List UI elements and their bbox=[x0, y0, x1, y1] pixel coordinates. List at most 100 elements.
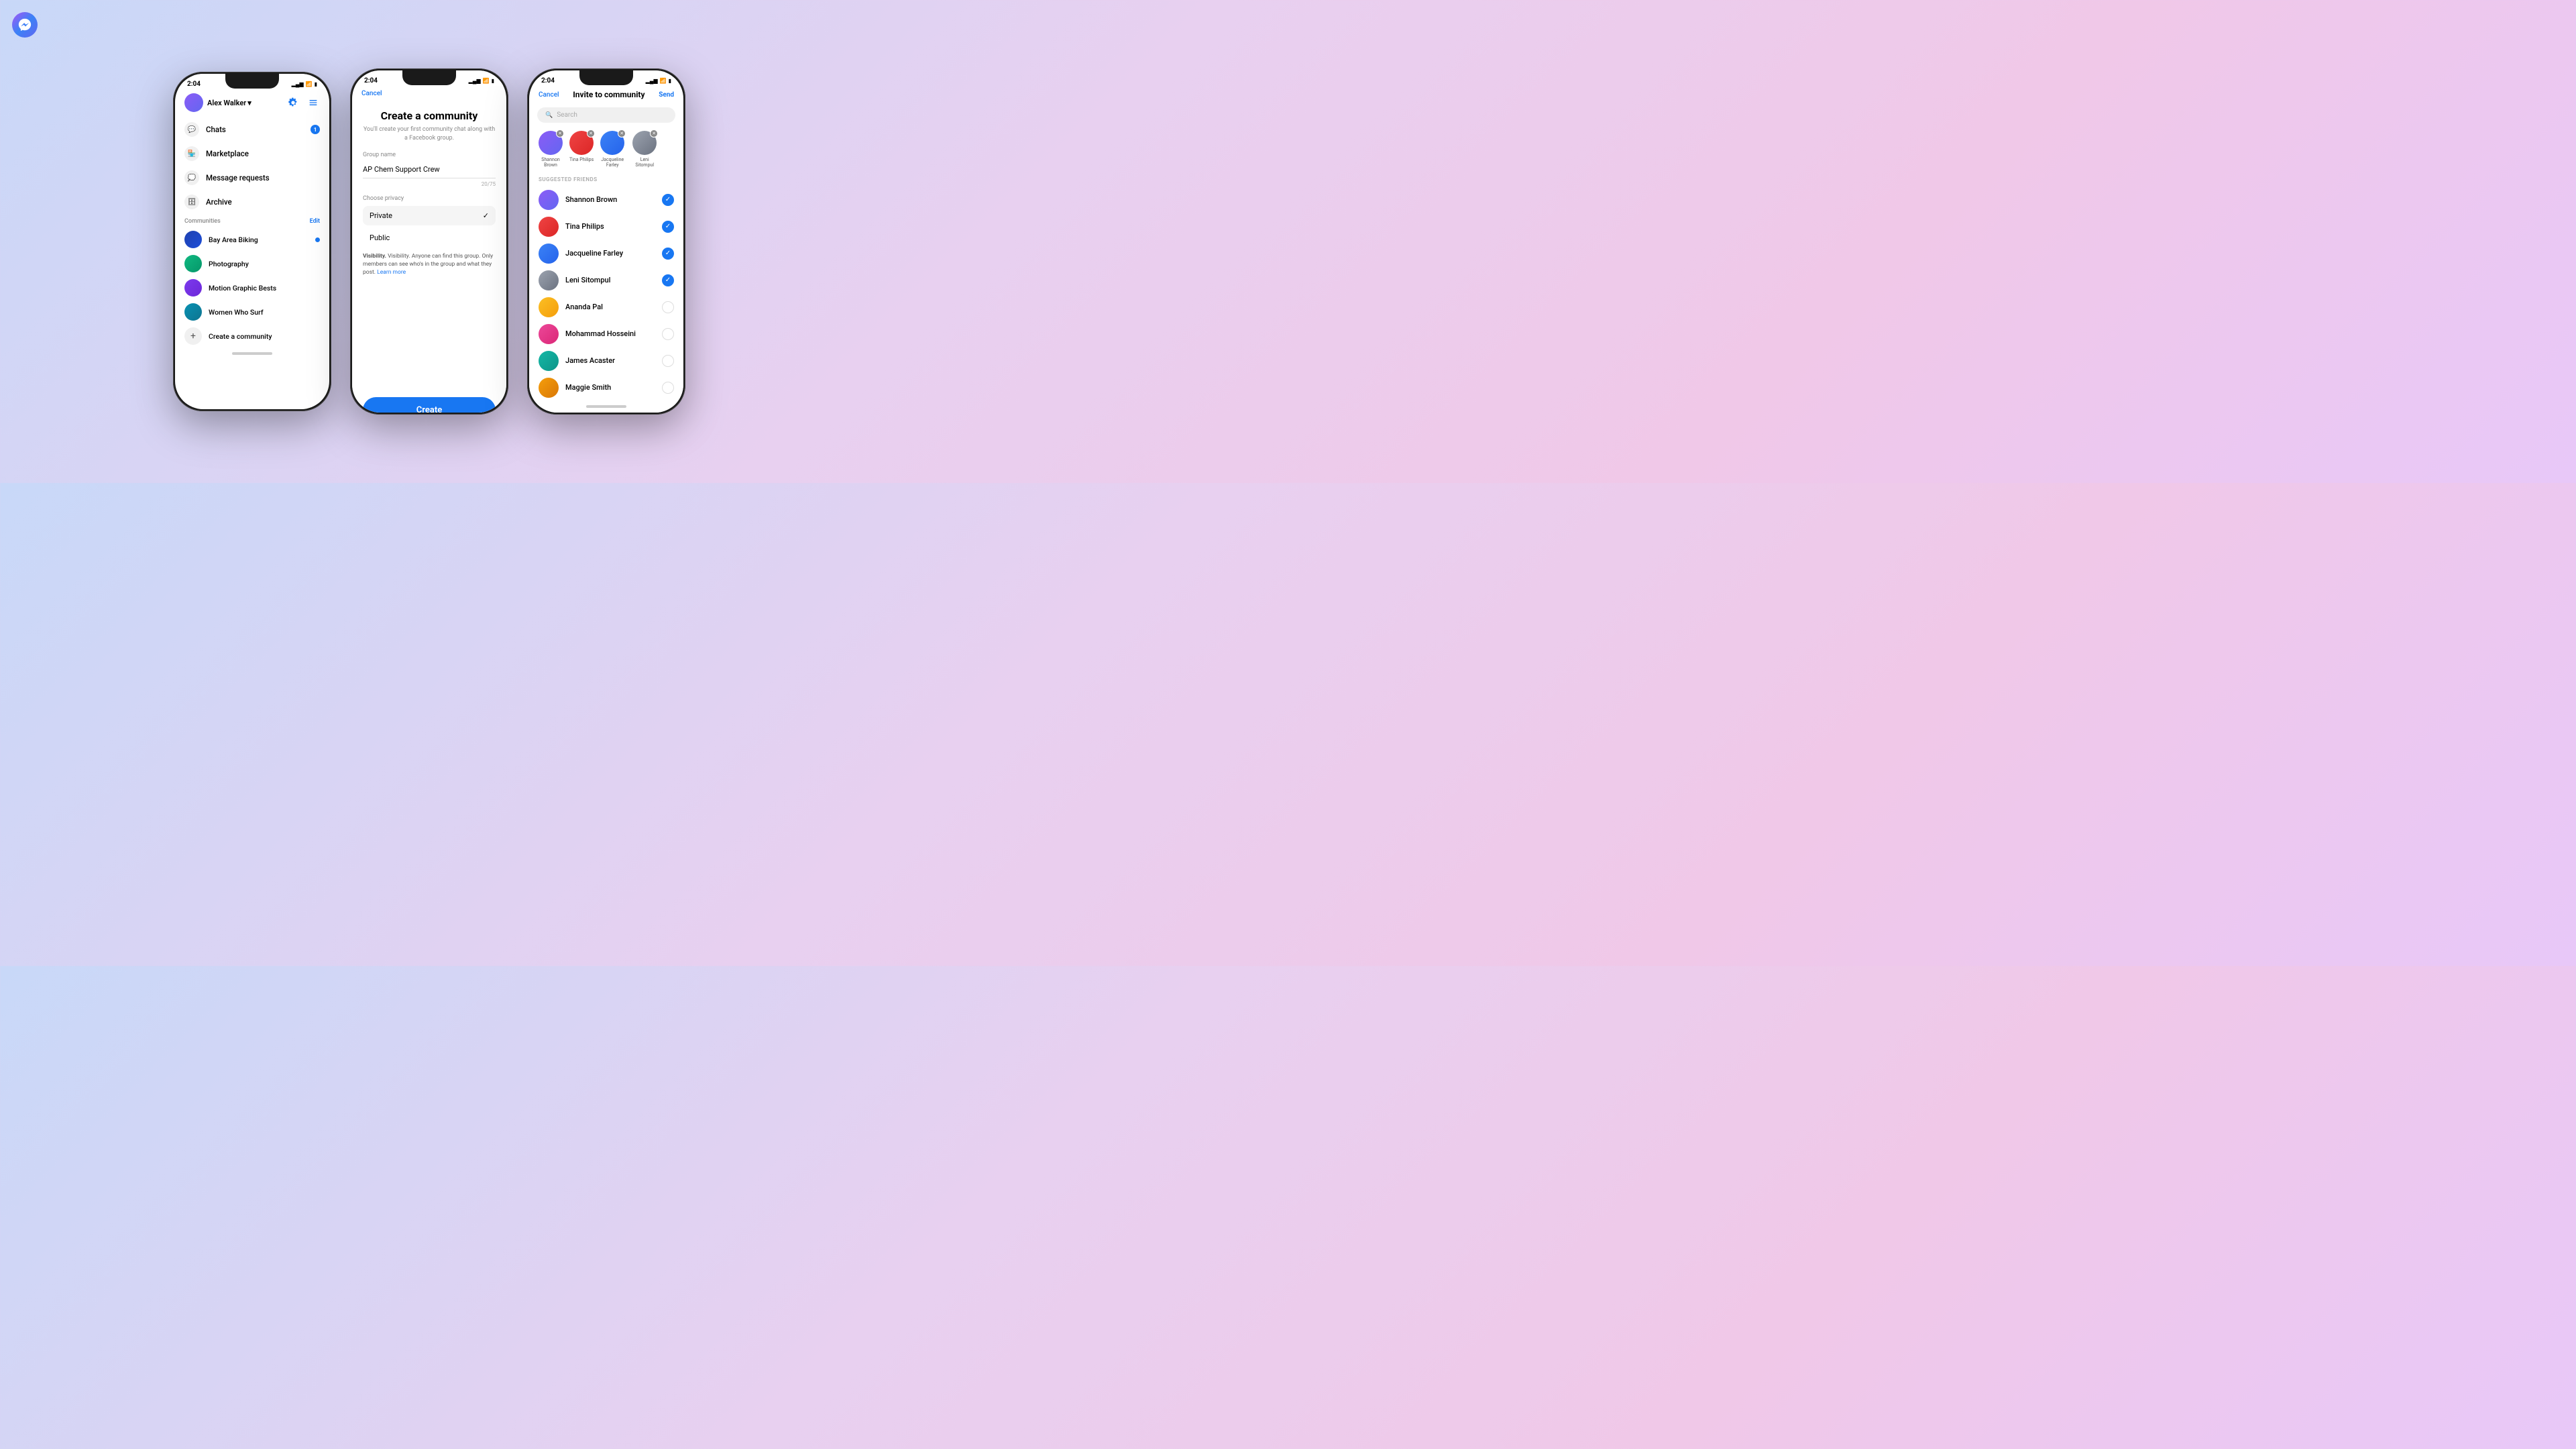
invite-send-button[interactable]: Send bbox=[659, 91, 674, 99]
status-time-1: 2:04 bbox=[187, 80, 201, 88]
compose-icon[interactable] bbox=[306, 96, 320, 109]
leni-sitompul-avatar bbox=[539, 270, 559, 290]
communities-header: Communities Edit bbox=[175, 214, 329, 227]
community-photography[interactable]: Photography bbox=[175, 252, 329, 276]
friend-tina-philips[interactable]: Tina Philips ✓ bbox=[529, 213, 683, 240]
user-info[interactable]: Alex Walker ▾ bbox=[184, 93, 251, 112]
friend-jacqueline-farley[interactable]: Jacqueline Farley ✓ bbox=[529, 240, 683, 267]
leni-sitompul-check[interactable]: ✓ bbox=[662, 274, 674, 286]
communities-label: Communities bbox=[184, 218, 221, 225]
mohammad-hosseini-check[interactable] bbox=[662, 328, 674, 340]
phone-1: 2:04 ▂▄▆ 📶 ▮ Alex Walker ▾ bbox=[173, 72, 331, 411]
selected-leni-name: Leni Sitompul bbox=[631, 157, 658, 168]
battery-icon-2: ▮ bbox=[492, 78, 494, 84]
selected-leni-avatar: ✕ bbox=[632, 131, 657, 155]
group-name-input[interactable]: AP Chem Support Crew bbox=[363, 161, 496, 178]
remove-tina-button[interactable]: ✕ bbox=[587, 129, 595, 138]
create-cancel-button[interactable]: Cancel bbox=[361, 90, 382, 97]
group-name-label: Group name bbox=[363, 152, 496, 158]
community-motion-graphic-bests[interactable]: Motion Graphic Bests bbox=[175, 276, 329, 300]
photography-name: Photography bbox=[209, 260, 320, 268]
invite-search-bar[interactable]: 🔍 Search bbox=[537, 107, 675, 123]
maggie-smith-avatar bbox=[539, 378, 559, 398]
friend-mohammad-hosseini[interactable]: Mohammad Hosseini bbox=[529, 321, 683, 347]
status-time-3: 2:04 bbox=[541, 77, 555, 85]
chats-badge: 1 bbox=[311, 125, 320, 134]
women-who-surf-avatar bbox=[184, 303, 202, 321]
message-requests-icon: 💭 bbox=[184, 170, 199, 185]
create-community-title: Create a community bbox=[363, 109, 496, 122]
jacqueline-farley-name: Jacqueline Farley bbox=[565, 249, 655, 258]
ananda-pal-check[interactable] bbox=[662, 301, 674, 313]
privacy-option-private[interactable]: Private ✓ bbox=[363, 206, 496, 225]
shannon-brown-avatar bbox=[539, 190, 559, 210]
james-acaster-name: James Acaster bbox=[565, 356, 655, 365]
tina-philips-name: Tina Philips bbox=[565, 222, 655, 231]
community-women-who-surf[interactable]: Women Who Surf bbox=[175, 300, 329, 324]
friend-maggie-smith[interactable]: Maggie Smith bbox=[529, 374, 683, 401]
remove-jacqueline-button[interactable]: ✕ bbox=[618, 129, 626, 138]
jacqueline-farley-check[interactable]: ✓ bbox=[662, 248, 674, 260]
nav-item-chats[interactable]: 💬 Chats 1 bbox=[175, 117, 329, 142]
settings-icon[interactable] bbox=[286, 96, 300, 109]
create-button[interactable]: Create bbox=[363, 397, 496, 413]
signal-icon-2: ▂▄▆ bbox=[469, 78, 481, 84]
selected-shannon-avatar: ✕ bbox=[539, 131, 563, 155]
selected-jacqueline-avatar: ✕ bbox=[600, 131, 624, 155]
status-icons-3: ▂▄▆ 📶 ▮ bbox=[646, 78, 671, 84]
selected-jacqueline-farley: ✕ Jacqueline Farley bbox=[599, 131, 626, 168]
archive-label: Archive bbox=[206, 197, 320, 207]
status-icons-2: ▂▄▆ 📶 ▮ bbox=[469, 78, 494, 84]
privacy-option-public[interactable]: Public bbox=[363, 228, 496, 248]
james-acaster-check[interactable] bbox=[662, 355, 674, 367]
selected-jacqueline-name: Jacqueline Farley bbox=[599, 157, 626, 168]
shannon-brown-name: Shannon Brown bbox=[565, 195, 655, 204]
home-bar-1 bbox=[175, 348, 329, 359]
communities-edit-button[interactable]: Edit bbox=[310, 218, 320, 225]
friend-leni-sitompul[interactable]: Leni Sitompul ✓ bbox=[529, 267, 683, 294]
search-icon: 🔍 bbox=[545, 112, 553, 119]
user-name-dropdown[interactable]: Alex Walker ▾ bbox=[207, 99, 251, 107]
remove-shannon-button[interactable]: ✕ bbox=[556, 129, 564, 138]
marketplace-label: Marketplace bbox=[206, 149, 320, 158]
remove-leni-button[interactable]: ✕ bbox=[650, 129, 658, 138]
search-placeholder: Search bbox=[557, 111, 577, 119]
privacy-public-label: Public bbox=[370, 233, 390, 242]
ananda-pal-avatar bbox=[539, 297, 559, 317]
selected-shannon-brown: ✕ Shannon Brown bbox=[537, 131, 564, 168]
nav-item-message-requests[interactable]: 💭 Message requests bbox=[175, 166, 329, 190]
group-name-value: AP Chem Support Crew bbox=[363, 165, 496, 174]
community-bay-area-biking[interactable]: Bay Area Biking bbox=[175, 227, 329, 252]
maggie-smith-check[interactable] bbox=[662, 382, 674, 394]
wifi-icon-2: 📶 bbox=[483, 78, 490, 84]
selected-tina-philips: ✕ Tina Philips bbox=[569, 131, 594, 168]
mohammad-hosseini-name: Mohammad Hosseini bbox=[565, 329, 655, 338]
friend-ananda-pal[interactable]: Ananda Pal bbox=[529, 294, 683, 321]
notch-1 bbox=[225, 74, 279, 89]
archive-icon: 🗄 bbox=[184, 195, 199, 209]
selected-leni-sitompul: ✕ Leni Sitompul bbox=[631, 131, 658, 168]
battery-icon: ▮ bbox=[315, 81, 317, 87]
nav-item-archive[interactable]: 🗄 Archive bbox=[175, 190, 329, 214]
create-community-subtitle: You'll create your first community chat … bbox=[363, 125, 496, 142]
nav-item-marketplace[interactable]: 🏪 Marketplace bbox=[175, 142, 329, 166]
ananda-pal-name: Ananda Pal bbox=[565, 303, 655, 311]
learn-more-link[interactable]: Learn more bbox=[377, 269, 406, 276]
friend-james-acaster[interactable]: James Acaster bbox=[529, 347, 683, 374]
maggie-smith-name: Maggie Smith bbox=[565, 383, 655, 392]
char-count: 20/75 bbox=[363, 181, 496, 187]
tina-philips-check[interactable]: ✓ bbox=[662, 221, 674, 233]
women-who-surf-name: Women Who Surf bbox=[209, 308, 320, 317]
james-acaster-avatar bbox=[539, 351, 559, 371]
create-community-icon: + bbox=[184, 327, 202, 345]
friend-shannon-brown[interactable]: Shannon Brown ✓ bbox=[529, 186, 683, 213]
bay-area-biking-name: Bay Area Biking bbox=[209, 235, 309, 244]
selected-tina-name: Tina Philips bbox=[569, 157, 594, 162]
selected-shannon-name: Shannon Brown bbox=[537, 157, 564, 168]
home-indicator-3 bbox=[586, 405, 626, 408]
suggested-friends-label: SUGGESTED FRIENDS bbox=[529, 174, 683, 186]
invite-cancel-button[interactable]: Cancel bbox=[539, 91, 559, 99]
invite-title: Invite to community bbox=[573, 90, 645, 99]
create-community-item[interactable]: + Create a community bbox=[175, 324, 329, 348]
shannon-brown-check[interactable]: ✓ bbox=[662, 194, 674, 206]
